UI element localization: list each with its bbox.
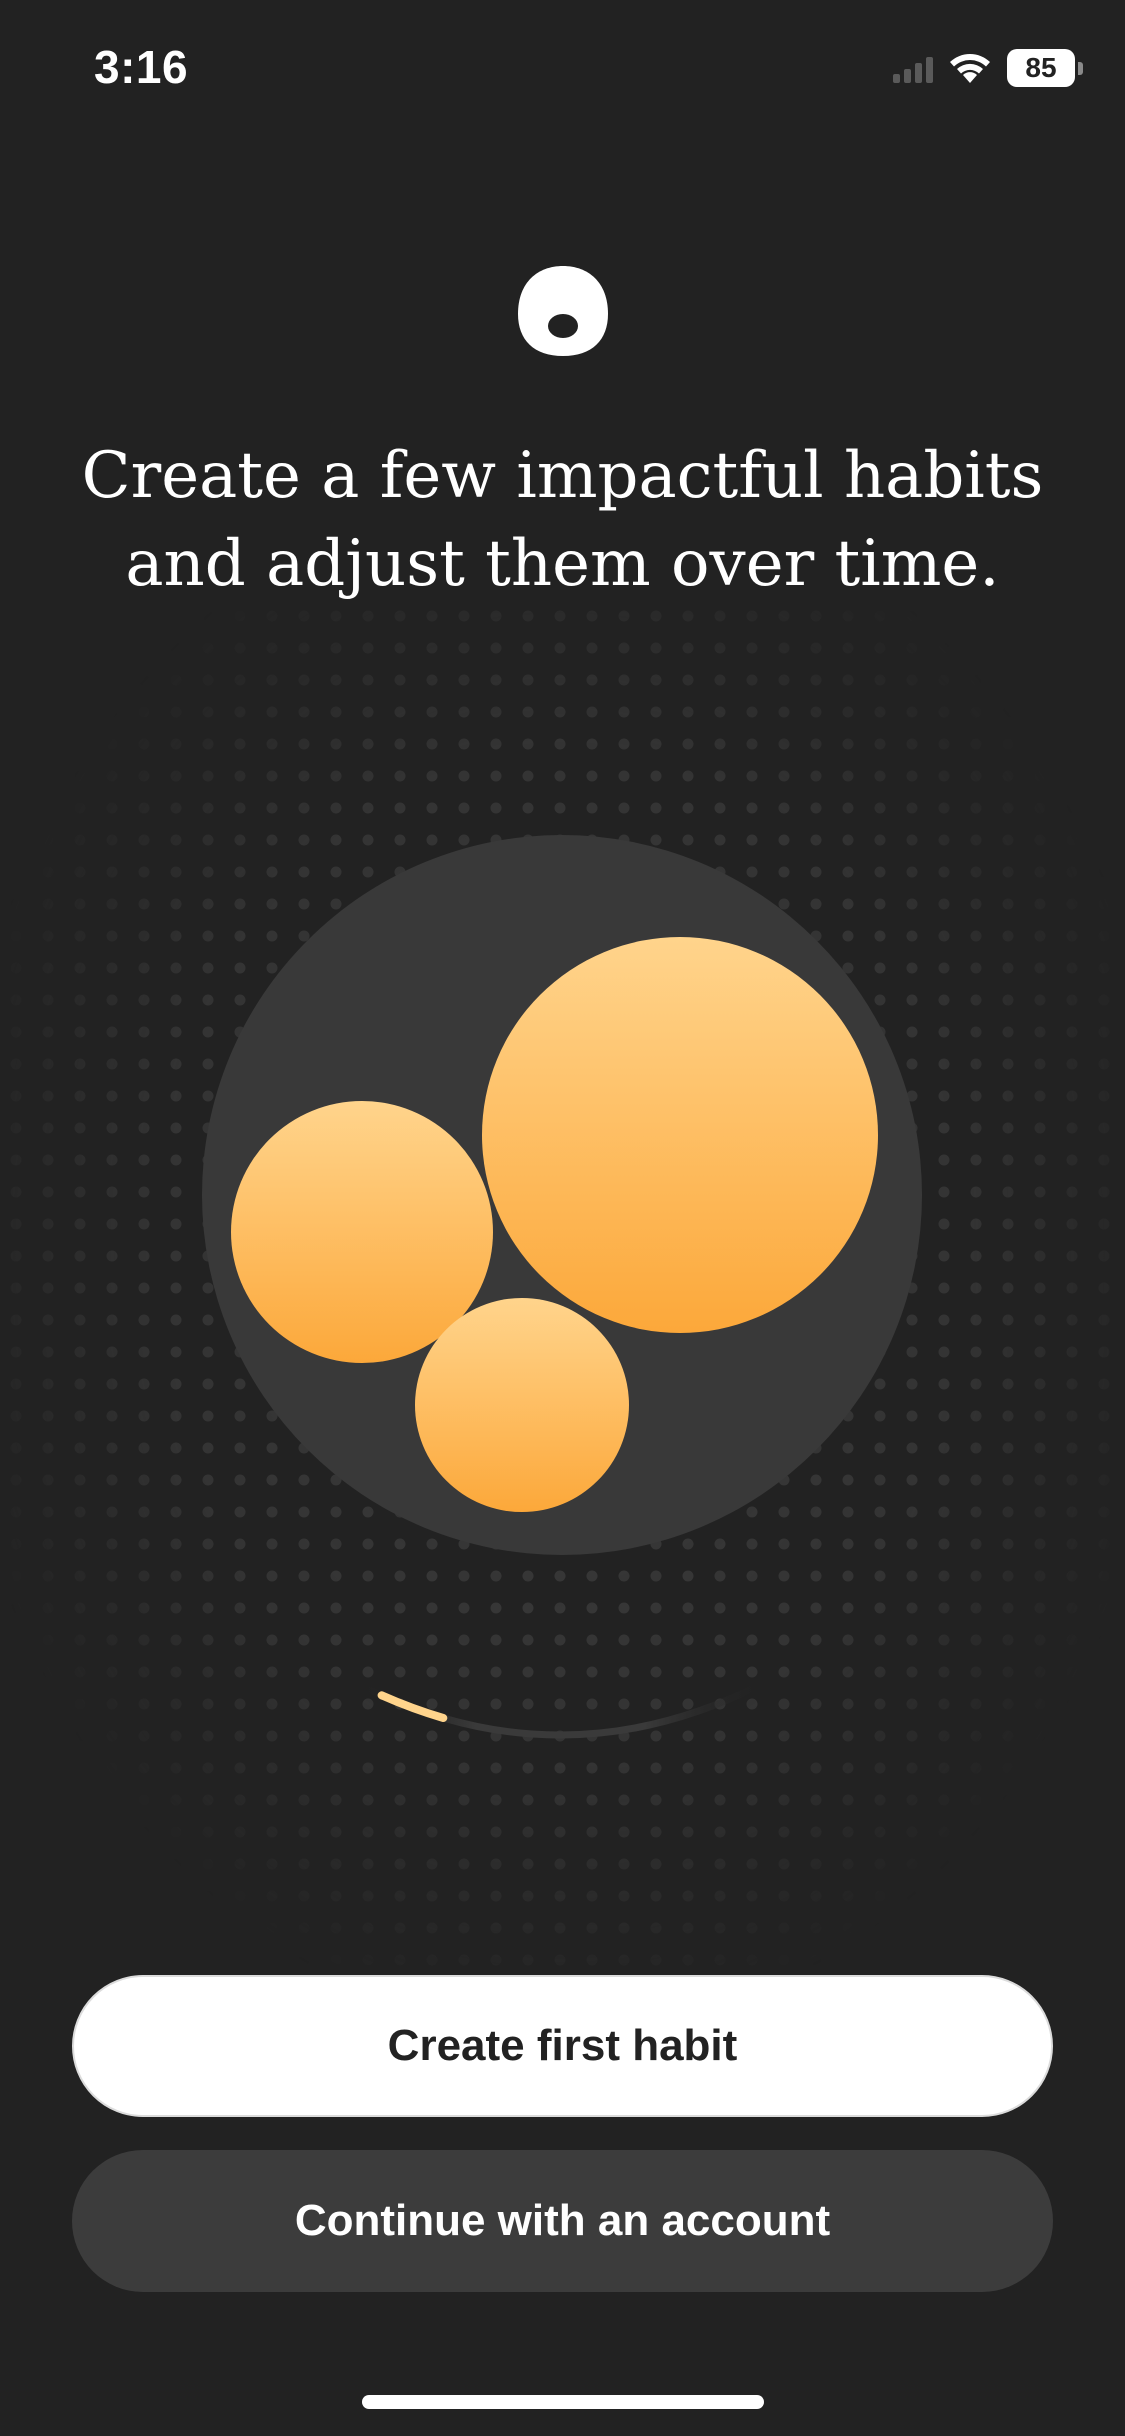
- battery-level: 85: [1025, 52, 1057, 83]
- battery-nub: [1078, 61, 1083, 75]
- headline-line-2: and adjust them over time.: [125, 527, 1000, 601]
- wifi-icon: [950, 54, 990, 83]
- home-indicator[interactable]: [362, 2395, 764, 2409]
- continue-with-account-label: Continue with an account: [294, 2196, 831, 2245]
- headline-line-1: Create a few impactful habits: [81, 439, 1044, 513]
- battery-icon: 85: [1007, 49, 1075, 87]
- headline: Create a few impactful habits and adjust…: [40, 432, 1085, 608]
- continue-with-account-button[interactable]: Continue with an account: [72, 2150, 1053, 2292]
- app-logo-icon: [518, 266, 608, 356]
- habit-circles-illustration: [0, 600, 1125, 2020]
- habit-circle-large: [482, 937, 878, 1333]
- status-icons: 85: [893, 46, 1083, 90]
- signal-icon: [893, 53, 933, 83]
- status-bar: 3:16 85: [0, 0, 1125, 140]
- create-first-habit-label: Create first habit: [387, 2021, 738, 2070]
- status-time: 3:16: [94, 41, 189, 93]
- habit-circle-small: [415, 1298, 629, 1512]
- create-first-habit-button[interactable]: Create first habit: [72, 1975, 1053, 2117]
